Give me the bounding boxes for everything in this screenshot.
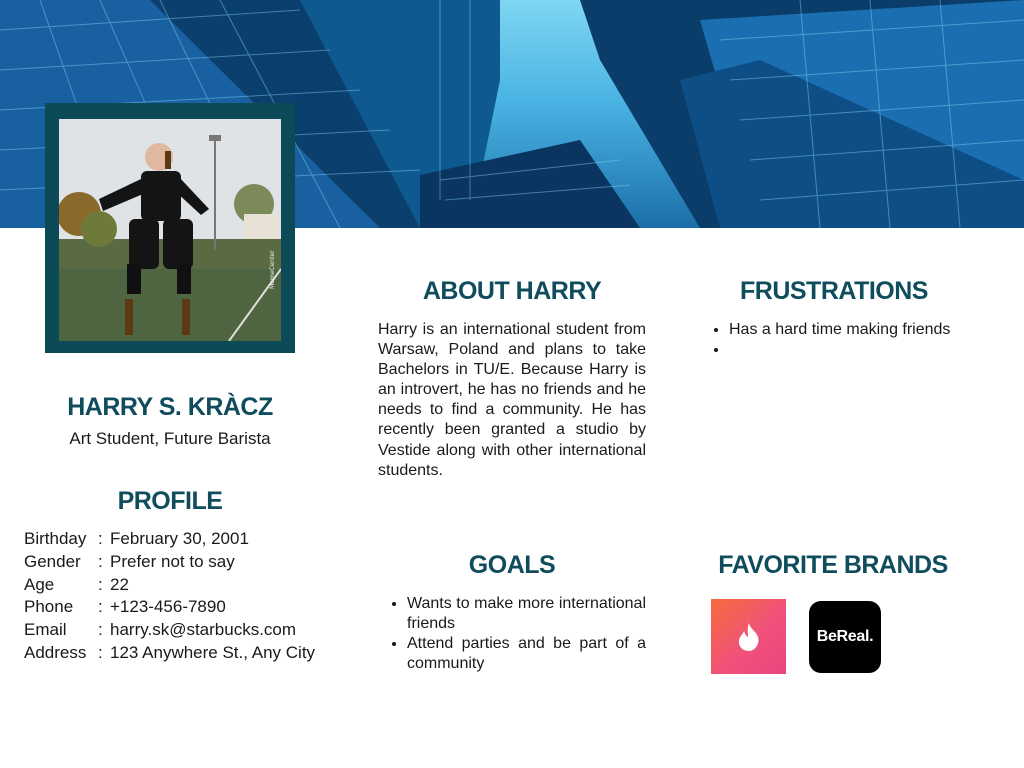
profile-separator: : <box>98 529 103 548</box>
profile-photo: MemeCenter <box>59 119 281 341</box>
profile-row-email: Email : harry.sk@starbucks.com <box>24 619 315 642</box>
bereal-logo: BeReal. <box>809 601 881 673</box>
frustrations-title: FRUSTRATIONS <box>740 277 928 305</box>
profile-separator: : <box>98 551 103 571</box>
profile-row-address: Address : 123 Anywhere St., Any City <box>24 642 315 665</box>
person-name: HARRY S. KRÀCZ <box>67 393 273 421</box>
profile-value: +123-456-7890 <box>110 597 226 617</box>
profile-value: 123 Anywhere St., Any City <box>110 642 316 662</box>
person-role: Art Student, Future Barista <box>69 429 271 448</box>
profile-title: PROFILE <box>117 487 223 515</box>
photo-watermark: MemeCenter <box>269 250 276 289</box>
profile-separator: : <box>98 642 103 662</box>
profile-key: Phone <box>24 597 74 617</box>
profile-value: 22 <box>110 574 129 594</box>
profile-photo-frame: MemeCenter <box>45 103 295 353</box>
about-title: ABOUT HARRY <box>422 277 602 305</box>
frustrations-list: Has a hard time making friends <box>700 320 968 360</box>
goals-list: Wants to make more international friends… <box>378 594 646 674</box>
profile-table: Birthday : February 30, 2001 Gender : Pr… <box>24 528 315 665</box>
list-item <box>729 340 968 360</box>
profile-row-birthday: Birthday : February 30, 2001 <box>24 528 315 551</box>
profile-key: Address <box>24 642 87 662</box>
profile-key: Age <box>24 574 55 594</box>
about-text: Harry is an international student from W… <box>378 321 646 479</box>
profile-key: Gender <box>24 551 81 571</box>
person-photo-illustration: MemeCenter <box>59 119 281 341</box>
brands-title: FAVORITE BRANDS <box>718 551 948 579</box>
profile-value: harry.sk@starbucks.com <box>110 620 297 640</box>
profile-key: Email <box>24 620 67 640</box>
profile-row-phone: Phone : +123-456-7890 <box>24 596 315 619</box>
profile-separator: : <box>98 597 103 617</box>
goals-title: GOALS <box>468 551 556 579</box>
profile-value: February 30, 2001 <box>110 529 249 548</box>
list-item: Wants to make more international friends <box>407 594 646 634</box>
profile-separator: : <box>98 620 103 640</box>
tinder-logo <box>711 599 786 674</box>
profile-row-gender: Gender : Prefer not to say <box>24 551 315 574</box>
list-item: Has a hard time making friends <box>729 320 968 340</box>
profile-value: Prefer not to say <box>110 551 235 571</box>
profile-separator: : <box>98 574 103 594</box>
profile-key: Birthday <box>24 529 87 548</box>
profile-row-age: Age : 22 <box>24 574 315 597</box>
list-item: Attend parties and be part of a communit… <box>407 634 646 674</box>
tinder-flame-icon <box>738 622 758 651</box>
